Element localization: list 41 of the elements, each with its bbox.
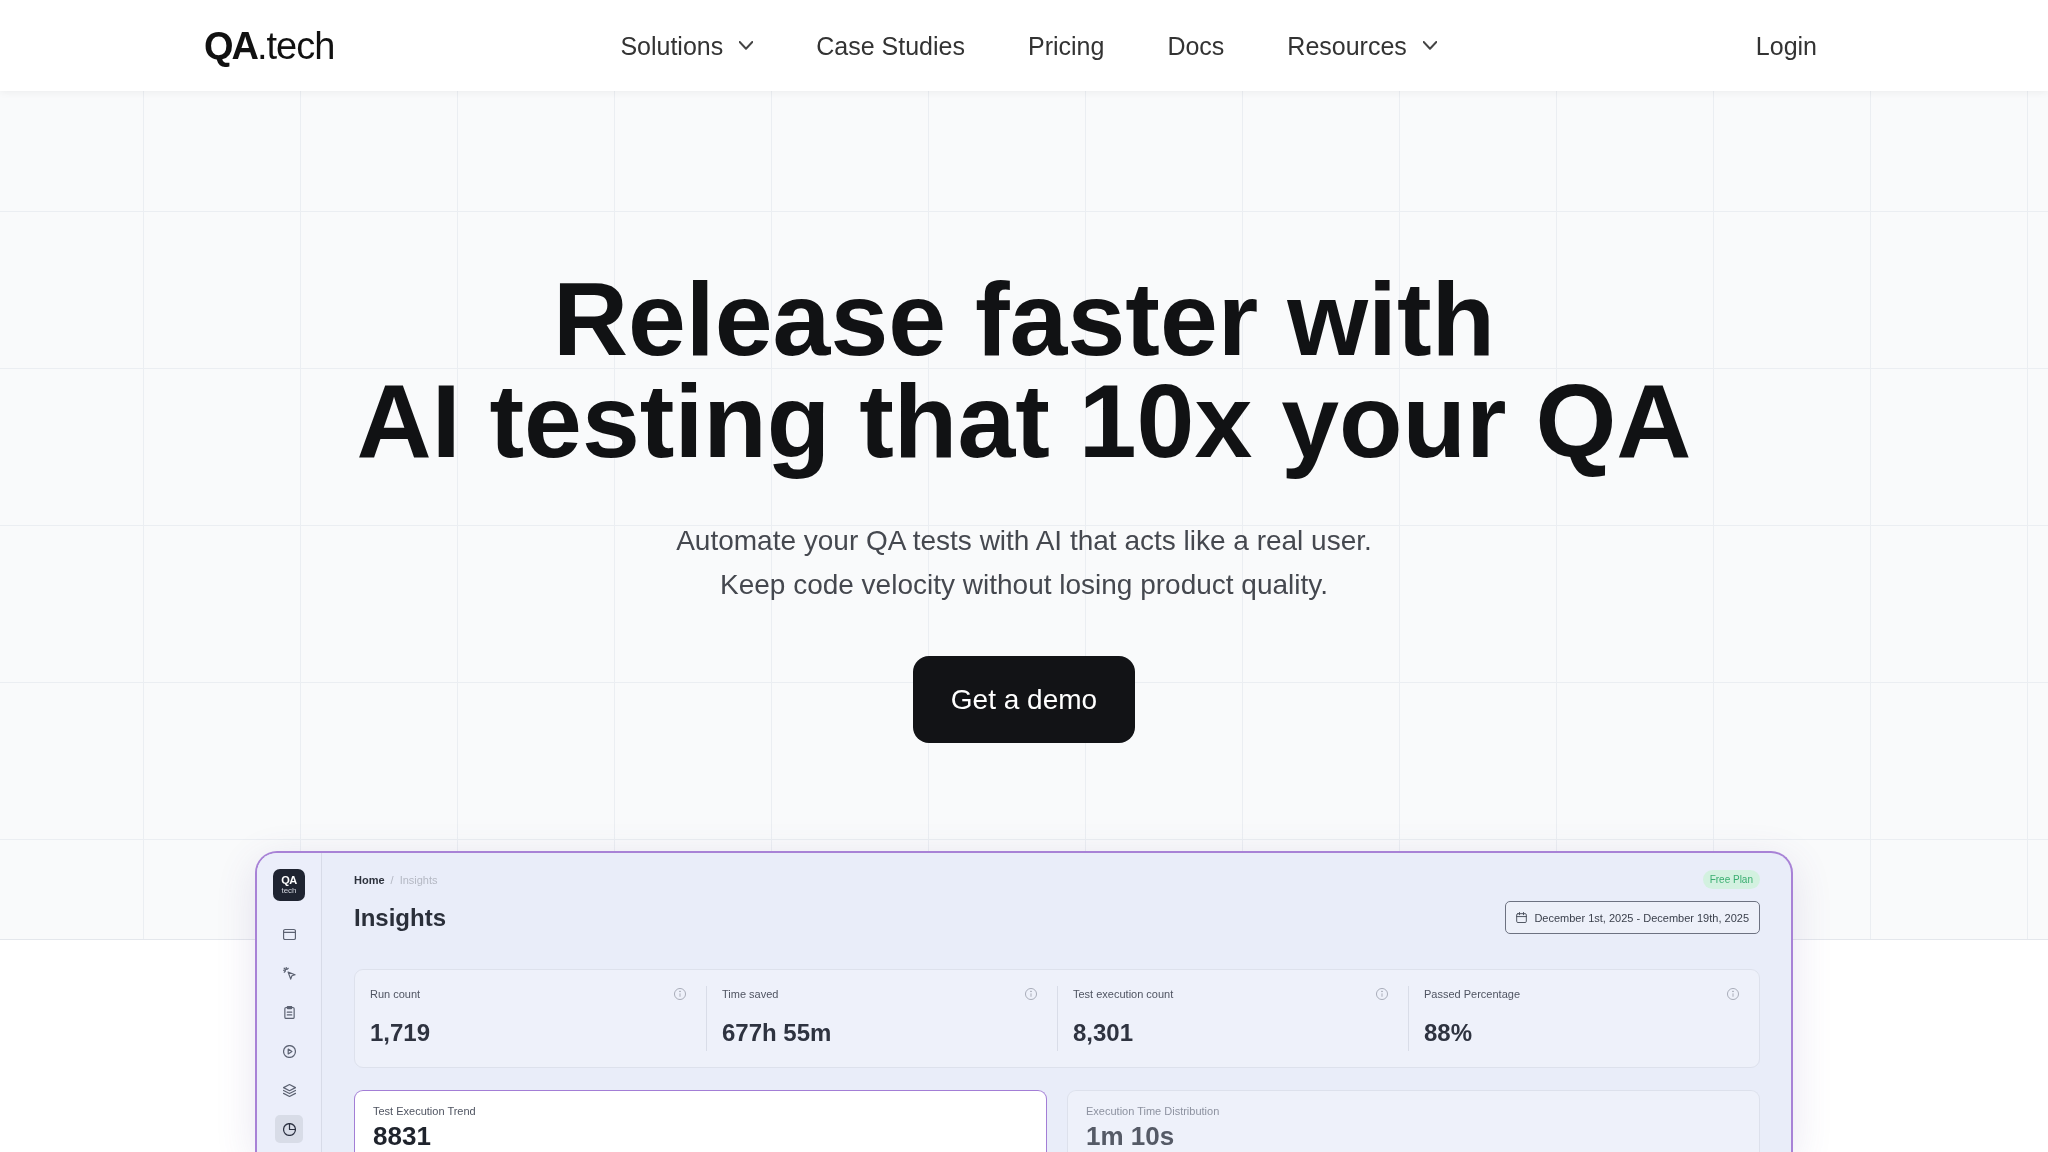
chart-title: Execution Time Distribution bbox=[1086, 1104, 1221, 1118]
chevron-down-icon bbox=[739, 41, 754, 50]
layers-icon bbox=[282, 1083, 296, 1097]
logo[interactable]: QA.tech bbox=[204, 23, 335, 68]
login-link[interactable]: Login bbox=[1755, 29, 1817, 62]
chart-card[interactable]: Test Execution Trend 8831 bbox=[354, 1090, 1047, 1152]
stat-value: 8,301 bbox=[1073, 1019, 1135, 1047]
clipboard-icon bbox=[282, 1005, 296, 1019]
nav-link[interactable]: Resources bbox=[1287, 29, 1437, 62]
date-range-button[interactable]: December 1st, 2025 - December 19th, 2025 bbox=[1505, 901, 1760, 934]
logo-mark: QA bbox=[281, 875, 297, 886]
chart-title: Test Execution Trend bbox=[373, 1104, 477, 1118]
breadcrumb-separator: / bbox=[390, 872, 394, 887]
hero-heading: Release faster with AI testing that 10x your QA bbox=[356, 268, 1692, 481]
pie-chart-icon bbox=[282, 1122, 296, 1136]
nav-link[interactable]: Solutions bbox=[620, 29, 754, 62]
plan-badge: Free Plan bbox=[1702, 870, 1760, 889]
stat-value: 1,719 bbox=[370, 1019, 432, 1047]
get-demo-button[interactable]: Get a demo bbox=[912, 656, 1136, 743]
stat-label: Test execution count bbox=[1073, 987, 1174, 1001]
play-icon bbox=[282, 1044, 296, 1058]
chevron-down-icon bbox=[1422, 41, 1437, 50]
hero-subtitle: Automate your QA tests with AI that acts like a real user. Keep code velocity without losing product quality. bbox=[676, 524, 1372, 602]
stat-value: 677h 55m bbox=[722, 1019, 833, 1047]
nav-link[interactable]: Docs bbox=[1167, 29, 1225, 62]
page-title: Insights bbox=[354, 902, 446, 933]
nav-link[interactable]: Pricing bbox=[1027, 29, 1105, 62]
sidebar-nav-button[interactable] bbox=[275, 1115, 303, 1143]
logo-subtext: tech bbox=[281, 886, 297, 895]
stat-label: Time saved bbox=[722, 987, 779, 1001]
chart-value: 1m 10s bbox=[1086, 1122, 1176, 1150]
stat-label: Run count bbox=[370, 987, 421, 1001]
calendar-icon bbox=[1516, 912, 1528, 923]
chart-value: 8831 bbox=[373, 1122, 432, 1150]
chart-card[interactable]: Execution Time Distribution 1m 10s bbox=[1067, 1090, 1760, 1152]
stat-label: Passed Percentage bbox=[1424, 987, 1520, 1001]
breadcrumb-link[interactable]: Home bbox=[354, 872, 385, 887]
window-icon bbox=[282, 927, 296, 941]
nav-link[interactable]: Case Studies bbox=[816, 29, 965, 62]
cursor-icon bbox=[282, 966, 296, 980]
stat-value: 88% bbox=[1424, 1019, 1474, 1047]
